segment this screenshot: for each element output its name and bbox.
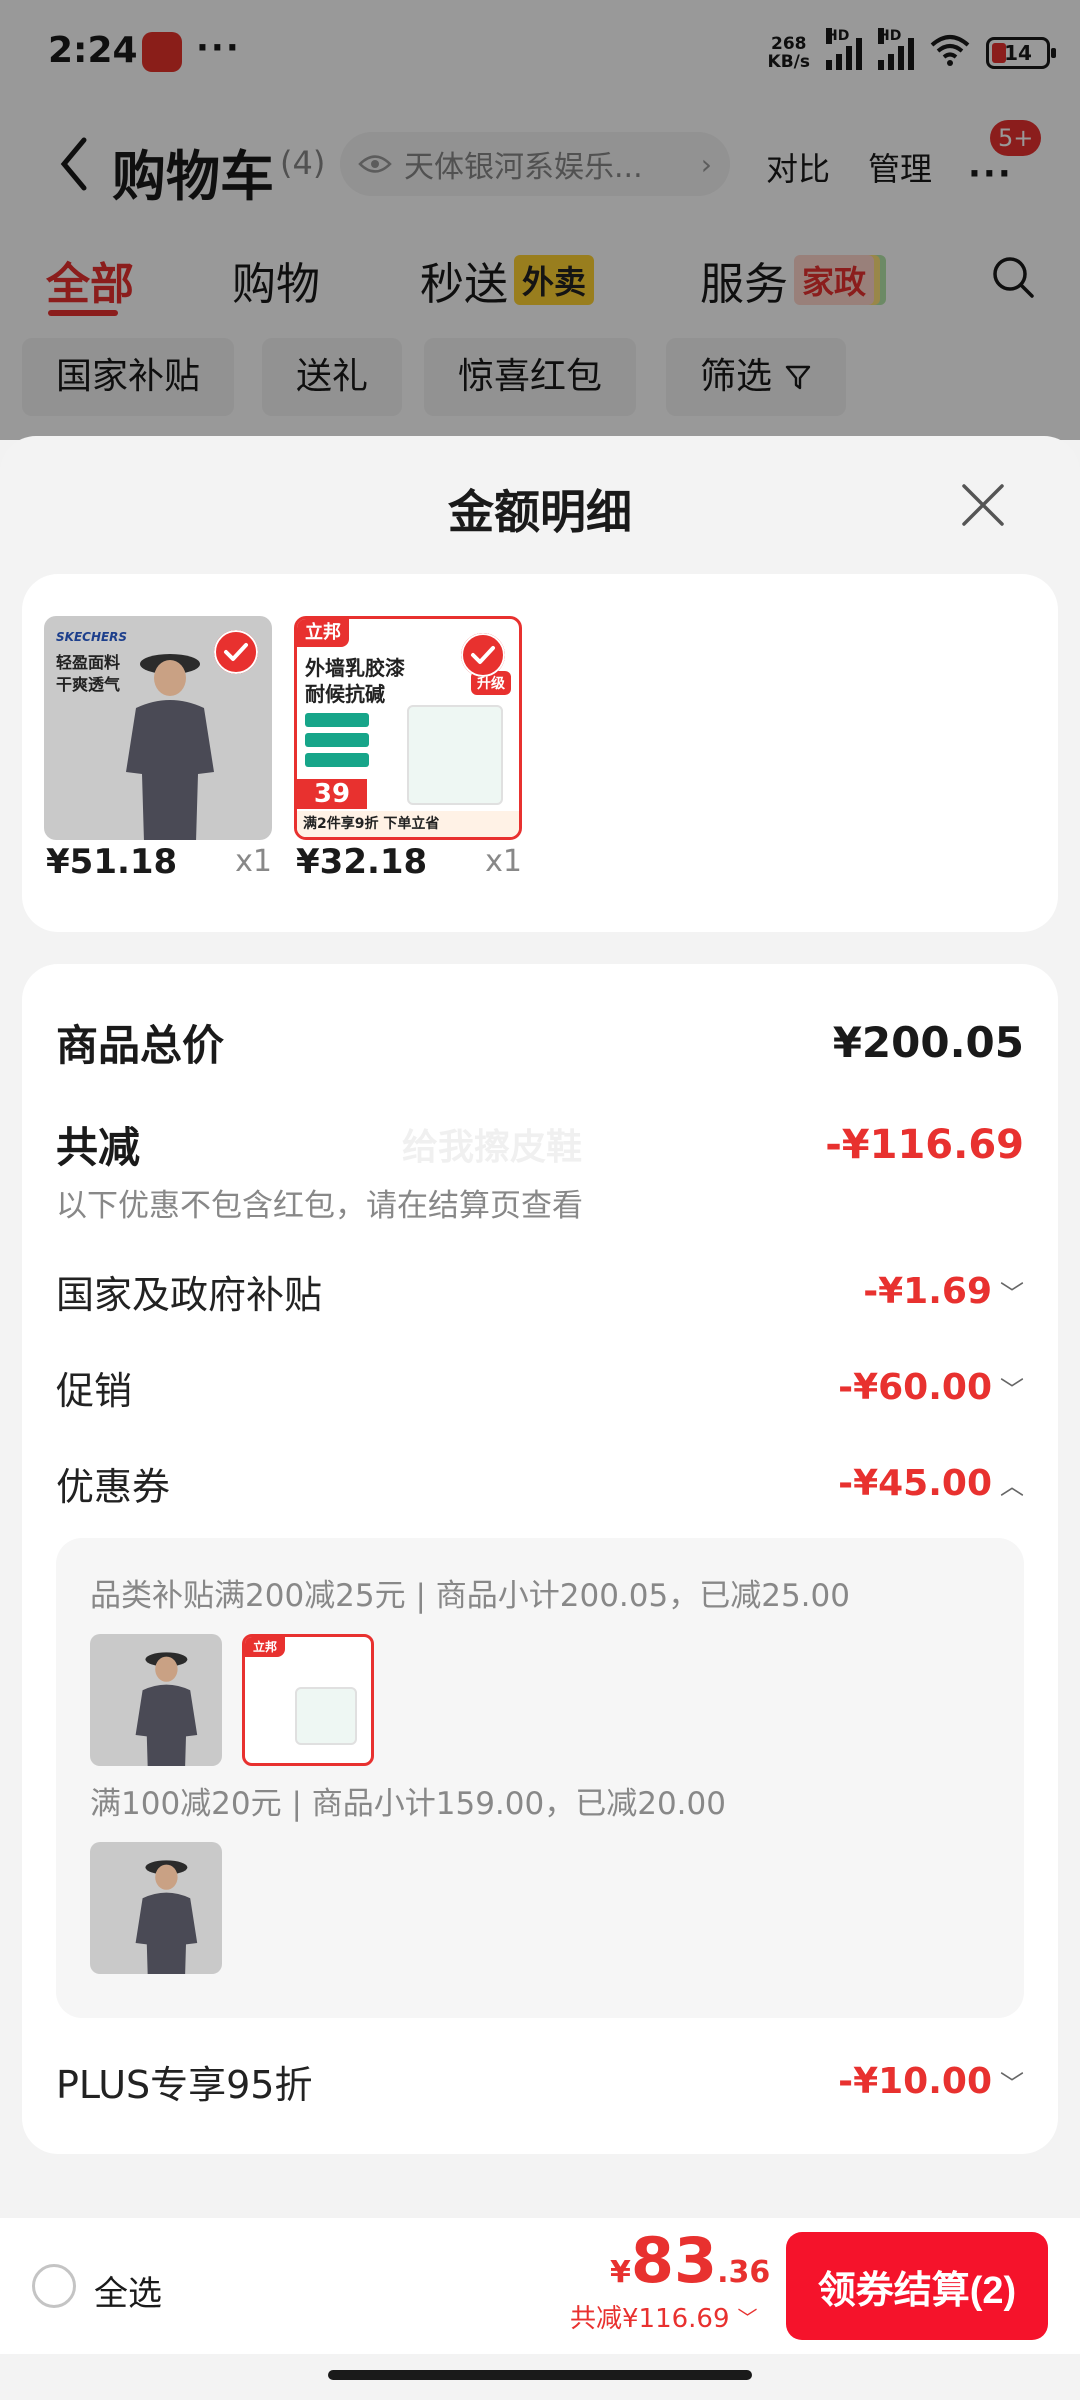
plus-discount-value-group: -¥10.00 ﹀ bbox=[838, 2061, 1024, 2102]
total-price-value: ¥200.05 bbox=[832, 1018, 1024, 1067]
total-decimal: .36 bbox=[717, 2255, 771, 2290]
total-amount[interactable]: ¥83.36 bbox=[610, 2226, 770, 2296]
checkout-bar: 全选 ¥83.36 共减¥116.69 ﹀ 领券结算(2) bbox=[0, 2218, 1080, 2354]
model-figure bbox=[135, 1860, 198, 1974]
caption-line: 轻盈面料 bbox=[56, 653, 121, 672]
coupon-product-thumb bbox=[90, 1842, 222, 1974]
product-image-caption: 外墙乳胶漆 耐候抗碱 bbox=[305, 655, 405, 707]
sheet-title: 金额明细 bbox=[448, 485, 632, 539]
plus-discount-value: -¥10.00 bbox=[838, 2061, 992, 2102]
product-item[interactable]: 立邦 外墙乳胶漆 耐候抗碱 升级 39 满2件享9折 下单立省 ¥32.18 x… bbox=[294, 616, 522, 882]
subsidy-label: 国家及政府补贴 bbox=[56, 1273, 323, 1317]
product-item[interactable]: SKECHERS 轻盈面料 干爽透气 ¥51.18 x1 bbox=[44, 616, 272, 882]
chevron-down-icon: ﹀ bbox=[1000, 2070, 1024, 2098]
select-all-label[interactable]: 全选 bbox=[94, 2266, 162, 2315]
paint-can-image bbox=[295, 1687, 357, 1745]
image-price: 39 bbox=[297, 779, 367, 809]
discount-value: -¥116.69 bbox=[825, 1121, 1024, 1168]
select-all-checkbox[interactable] bbox=[32, 2264, 76, 2308]
subsidy-value-group: -¥1.69 ﹀ bbox=[863, 1271, 1024, 1312]
coupon-product-thumb bbox=[90, 1634, 222, 1766]
model-figure bbox=[135, 1652, 198, 1766]
chevron-down-icon: ﹀ bbox=[737, 2306, 758, 2330]
feature-tag bbox=[305, 713, 369, 727]
coupon-detail-line: 品类补贴满200减25元 | 商品小计200.05，已减25.00 bbox=[90, 1578, 850, 1614]
product-quantity: x1 bbox=[235, 844, 272, 879]
feature-tag bbox=[305, 733, 369, 747]
total-price-label: 商品总价 bbox=[56, 1021, 225, 1070]
checkout-button[interactable]: 领券结算(2) bbox=[786, 2232, 1048, 2340]
total-saved[interactable]: 共减¥116.69 ﹀ bbox=[570, 2298, 758, 2335]
brand-logo: 立邦 bbox=[297, 619, 349, 647]
product-image-tshirt: SKECHERS 轻盈面料 干爽透气 bbox=[44, 616, 272, 840]
plus-discount-row[interactable]: PLUS专享95折 -¥10.00 ﹀ bbox=[56, 2054, 1024, 2109]
discount-row: 共减 -¥116.69 bbox=[56, 1114, 1024, 1175]
coupon-product-thumb: 立邦 bbox=[242, 1634, 374, 1766]
selected-products-card: SKECHERS 轻盈面料 干爽透气 ¥51.18 x1 立邦 外墙乳胶漆 耐候… bbox=[22, 574, 1058, 932]
product-price: ¥32.18 bbox=[296, 842, 428, 882]
product-image-paint: 立邦 外墙乳胶漆 耐候抗碱 升级 39 满2件享9折 下单立省 bbox=[294, 616, 522, 840]
coupon-value-group: -¥45.00 ︿ bbox=[838, 1463, 1024, 1504]
brand-logo: SKECHERS bbox=[56, 630, 128, 644]
subsidy-value: -¥1.69 bbox=[863, 1271, 992, 1312]
close-icon[interactable] bbox=[958, 480, 1008, 530]
model-figure bbox=[126, 654, 214, 840]
promotion-value-group: -¥60.00 ﹀ bbox=[838, 1367, 1024, 1408]
total-saved-text: 共减¥116.69 bbox=[570, 2304, 730, 2334]
image-promo-strip: 满2件享9折 下单立省 bbox=[297, 811, 519, 837]
subsidy-row[interactable]: 国家及政府补贴 -¥1.69 ﹀ bbox=[56, 1264, 1024, 1319]
discount-label: 共减 bbox=[56, 1123, 141, 1172]
caption-line: 干爽透气 bbox=[56, 675, 121, 694]
chevron-down-icon: ﹀ bbox=[1000, 1280, 1024, 1308]
paint-can-image bbox=[407, 705, 503, 805]
currency-symbol: ¥ bbox=[610, 2255, 631, 2290]
check-icon[interactable] bbox=[461, 633, 505, 677]
coupon-label: 优惠券 bbox=[56, 1465, 171, 1509]
coupon-row[interactable]: 优惠券 -¥45.00 ︿ bbox=[56, 1456, 1024, 1511]
promotion-label: 促销 bbox=[56, 1369, 133, 1413]
home-indicator[interactable] bbox=[328, 2370, 752, 2380]
coupon-value: -¥45.00 bbox=[838, 1463, 992, 1504]
promotion-value: -¥60.00 bbox=[838, 1367, 992, 1408]
caption-line: 外墙乳胶漆 bbox=[305, 656, 405, 680]
product-quantity: x1 bbox=[485, 844, 522, 879]
brand-logo: 立邦 bbox=[245, 1637, 286, 1657]
plus-discount-label: PLUS专享95折 bbox=[56, 2063, 313, 2107]
modal-scrim[interactable] bbox=[0, 0, 1080, 440]
feature-tag bbox=[305, 753, 369, 767]
product-price: ¥51.18 bbox=[46, 842, 178, 882]
total-integer: 83 bbox=[630, 2224, 718, 2297]
coupon-detail-box: 品类补贴满200减25元 | 商品小计200.05，已减25.00 立邦 满10… bbox=[56, 1538, 1024, 2018]
check-icon[interactable] bbox=[214, 630, 258, 674]
coupon-detail-line: 满100减20元 | 商品小计159.00，已减20.00 bbox=[90, 1786, 726, 1822]
promotion-row[interactable]: 促销 -¥60.00 ﹀ bbox=[56, 1360, 1024, 1415]
caption-line: 耐候抗碱 bbox=[305, 682, 385, 706]
chevron-down-icon: ﹀ bbox=[1000, 1376, 1024, 1404]
total-price-row: 商品总价 ¥200.05 bbox=[56, 1012, 1024, 1073]
price-breakdown-card: 商品总价 ¥200.05 给我擦皮鞋 共减 -¥116.69 以下优惠不包含红包… bbox=[22, 964, 1058, 2154]
product-image-caption: 轻盈面料 干爽透气 bbox=[56, 652, 120, 696]
discount-note: 以下优惠不包含红包，请在结算页查看 bbox=[56, 1188, 583, 1224]
chevron-up-icon: ︿ bbox=[1000, 1472, 1024, 1500]
amount-detail-sheet: 金额明细 SKECHERS 轻盈面料 干爽透气 ¥51.18 x1 立邦 外墙乳… bbox=[0, 436, 1080, 2400]
